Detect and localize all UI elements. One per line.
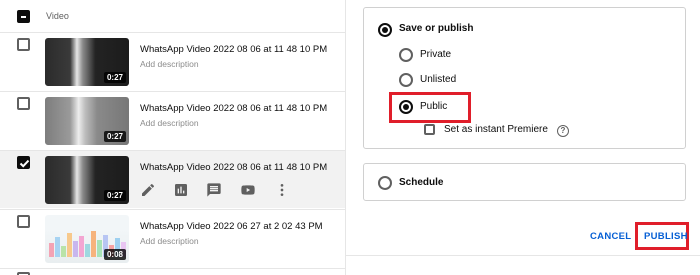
instant-premiere-label: Set as instant Premiere bbox=[444, 124, 548, 135]
publish-panel: Save or publish Private Unlisted Public … bbox=[345, 0, 700, 275]
help-icon[interactable]: ? bbox=[557, 125, 569, 137]
comments-icon[interactable] bbox=[206, 182, 222, 198]
public-radio[interactable] bbox=[399, 100, 413, 114]
schedule-section: Schedule bbox=[363, 163, 686, 201]
video-list: Video 0:27 WhatsApp Video 2022 08 06 at … bbox=[0, 0, 345, 275]
save-or-publish-label: Save or publish bbox=[399, 23, 474, 34]
row-checkbox[interactable] bbox=[17, 156, 30, 169]
instant-premiere-checkbox[interactable] bbox=[424, 124, 435, 135]
table-row[interactable]: 0:08 WhatsApp Video 2022 06 27 at 2 02 4… bbox=[0, 209, 345, 267]
table-row[interactable]: 0:27 WhatsApp Video 2022 08 06 at 11 48 … bbox=[0, 32, 345, 90]
youtube-icon[interactable] bbox=[240, 182, 256, 198]
video-thumbnail[interactable]: 0:27 bbox=[45, 97, 129, 145]
video-duration: 0:27 bbox=[103, 72, 126, 83]
row-checkbox[interactable] bbox=[17, 97, 30, 110]
video-description[interactable]: Add description bbox=[140, 236, 199, 246]
analytics-icon[interactable] bbox=[173, 182, 189, 198]
row-checkbox[interactable] bbox=[17, 215, 30, 228]
cancel-button[interactable]: CANCEL bbox=[590, 231, 631, 242]
schedule-label: Schedule bbox=[399, 177, 444, 188]
table-row[interactable] bbox=[0, 268, 345, 275]
video-title[interactable]: WhatsApp Video 2022 08 06 at 11 48 10 PM bbox=[140, 44, 327, 55]
video-thumbnail[interactable]: 0:27 bbox=[45, 156, 129, 204]
schedule-radio[interactable] bbox=[378, 176, 392, 190]
video-duration: 0:08 bbox=[103, 249, 126, 260]
column-header-video: Video bbox=[46, 11, 69, 21]
edit-icon[interactable] bbox=[140, 182, 156, 198]
video-title[interactable]: WhatsApp Video 2022 06 27 at 2 02 43 PM bbox=[140, 221, 323, 232]
video-thumbnail[interactable]: 0:08 bbox=[45, 215, 129, 263]
video-description[interactable]: Add description bbox=[140, 118, 199, 128]
video-title[interactable]: WhatsApp Video 2022 08 06 at 11 48 10 PM bbox=[140, 103, 327, 114]
private-label: Private bbox=[420, 49, 452, 60]
publish-button[interactable]: PUBLISH bbox=[644, 231, 688, 242]
select-all-checkbox[interactable] bbox=[17, 10, 30, 23]
list-header: Video bbox=[0, 0, 345, 32]
video-description[interactable]: Add description bbox=[140, 59, 199, 69]
save-or-publish-radio[interactable] bbox=[378, 23, 392, 37]
save-or-publish-section: Save or publish Private Unlisted Public … bbox=[363, 7, 686, 149]
unlisted-label: Unlisted bbox=[420, 74, 457, 85]
video-duration: 0:27 bbox=[103, 190, 126, 201]
public-label: Public bbox=[420, 101, 448, 112]
video-title[interactable]: WhatsApp Video 2022 08 06 at 11 48 10 PM bbox=[140, 162, 327, 173]
video-thumbnail[interactable]: 0:27 bbox=[45, 38, 129, 86]
row-checkbox[interactable] bbox=[17, 38, 30, 51]
table-row[interactable]: 0:27 WhatsApp Video 2022 08 06 at 11 48 … bbox=[0, 91, 345, 149]
unlisted-radio[interactable] bbox=[399, 73, 413, 87]
video-duration: 0:27 bbox=[103, 131, 126, 142]
table-row-selected[interactable]: 0:27 WhatsApp Video 2022 08 06 at 11 48 … bbox=[0, 150, 345, 208]
more-vert-icon[interactable] bbox=[274, 182, 290, 198]
private-radio[interactable] bbox=[399, 48, 413, 62]
panel-divider bbox=[346, 255, 700, 256]
